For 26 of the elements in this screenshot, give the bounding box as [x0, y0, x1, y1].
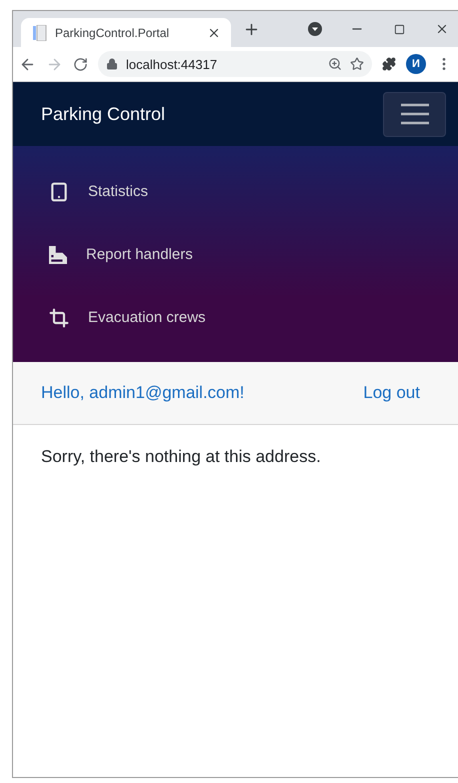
tab-search-icon[interactable] — [308, 22, 322, 36]
crop-icon — [49, 308, 69, 328]
page-icon — [33, 24, 47, 40]
lock-icon — [106, 58, 118, 70]
reload-icon[interactable] — [73, 56, 88, 72]
profile-avatar[interactable]: И — [406, 54, 426, 74]
zoom-icon[interactable] — [328, 57, 342, 71]
document-icon — [49, 246, 67, 264]
logout-link[interactable]: Log out — [363, 383, 420, 403]
tab-title: ParkingControl.Portal — [55, 26, 170, 40]
brand-link[interactable]: Parking Control — [41, 104, 166, 124]
bookmark-icon[interactable] — [350, 57, 364, 71]
url-text: localhost:44317 — [126, 56, 218, 72]
menu-toggle-button[interactable] — [383, 92, 446, 136]
nav-link[interactable]: Evacuation crews — [49, 286, 458, 349]
nav-link[interactable]: Report handlers — [49, 223, 458, 286]
tablet-icon — [49, 182, 69, 202]
menu-icon — [400, 103, 428, 125]
nav-link[interactable]: Statistics — [49, 160, 458, 223]
maximize-icon[interactable] — [394, 24, 405, 34]
address-bar[interactable]: localhost:44317 — [98, 51, 372, 77]
close-window-icon[interactable] — [435, 22, 449, 36]
account-link[interactable]: Hello, admin1@gmail.com! — [41, 383, 244, 403]
extensions-icon[interactable] — [382, 57, 396, 71]
not-found-message: Sorry, there's nothing at this address. — [41, 447, 322, 467]
browser-tab[interactable]: ParkingControl.Portal — [21, 18, 231, 47]
